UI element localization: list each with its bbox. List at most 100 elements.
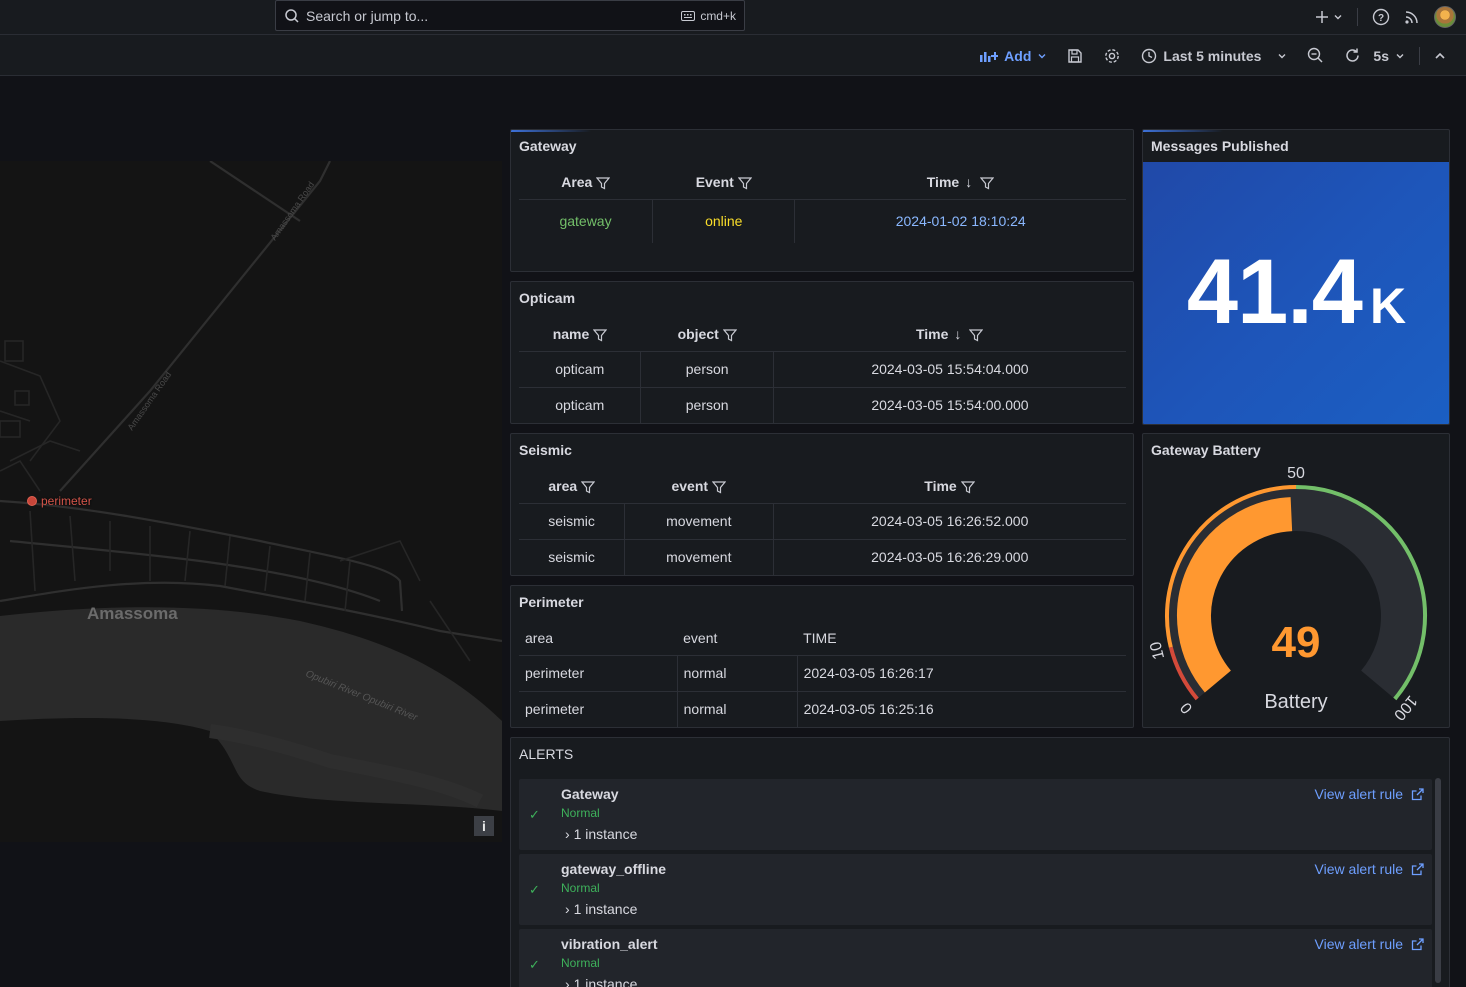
table-row: seismic movement 2024-03-05 16:26:52.000 <box>519 503 1126 540</box>
opticam-table: name object Time ↓ opticam person 2024-03… <box>519 318 1126 423</box>
table-cell: perimeter <box>519 655 678 692</box>
filter-icon[interactable] <box>980 177 995 190</box>
table-row: opticam person 2024-03-05 15:54:00.000 <box>519 387 1126 423</box>
view-alert-rule-link[interactable]: View alert rule <box>1315 786 1424 802</box>
alert-item[interactable]: ✓ gateway_offline Normal › 1 instance Vi… <box>519 854 1432 925</box>
alert-state: Normal <box>561 806 600 820</box>
search-placeholder: Search or jump to... <box>306 7 429 24</box>
time-range-picker[interactable]: Last 5 minutes <box>1131 35 1297 76</box>
save-dashboard-button[interactable] <box>1057 35 1093 76</box>
alert-item[interactable]: ✓ Gateway Normal › 1 instance View alert… <box>519 779 1432 850</box>
map-attribution-button[interactable]: i <box>474 816 494 836</box>
column-header[interactable]: area <box>519 470 625 504</box>
gauge-label: Battery <box>1264 691 1327 713</box>
table-cell: 2024-01-02 18:10:24 <box>794 199 1126 243</box>
filter-icon[interactable] <box>712 481 727 494</box>
column-header[interactable]: area <box>519 622 678 656</box>
table-cell: 2024-03-05 16:26:29.000 <box>772 539 1126 575</box>
filter-icon[interactable] <box>581 481 596 494</box>
gauge-tick-label: 10 <box>1147 640 1168 661</box>
svg-text:?: ? <box>1378 13 1384 24</box>
new-menu-button[interactable] <box>1315 10 1343 24</box>
seismic-panel: Seismic area event Time seismic movement… <box>510 433 1134 576</box>
search-input[interactable]: Search or jump to... cmd+k <box>275 0 745 31</box>
column-header[interactable]: Time <box>773 470 1126 504</box>
geomap-panel[interactable]: Amassoma Road Amassoma Road Opubiri Rive… <box>0 161 502 842</box>
column-header[interactable]: event <box>677 622 798 656</box>
column-header[interactable]: Time ↓ <box>794 166 1126 200</box>
table-cell: person <box>640 351 774 388</box>
view-alert-rule-link[interactable]: View alert rule <box>1315 861 1424 877</box>
table-cell: normal <box>676 655 798 692</box>
chevron-down-icon <box>1278 53 1286 58</box>
map-marker-label: perimeter <box>41 494 92 508</box>
help-icon[interactable]: ? <box>1372 8 1390 26</box>
table-row: gateway online 2024-01-02 18:10:24 <box>519 199 1126 243</box>
zoom-out-button[interactable] <box>1297 35 1334 76</box>
divider <box>1357 8 1358 26</box>
gauge-tick-label: 0 <box>1177 699 1196 717</box>
add-button[interactable]: Add <box>970 35 1057 76</box>
panel-title: Gateway <box>519 138 577 154</box>
column-header[interactable]: TIME <box>797 622 1126 656</box>
table-cell: 2024-03-05 16:26:17 <box>796 655 1126 692</box>
column-header[interactable]: Time ↓ <box>773 318 1126 352</box>
table-cell: movement <box>624 503 774 540</box>
top-nav: Search or jump to... cmd+k ? <box>0 0 1466 35</box>
refresh-interval-picker[interactable]: 5s <box>1371 35 1415 76</box>
filter-icon[interactable] <box>593 329 608 342</box>
view-alert-rule-link[interactable]: View alert rule <box>1315 936 1424 952</box>
table-cell: perimeter <box>519 691 678 727</box>
table-cell: movement <box>624 539 774 575</box>
alert-instances-toggle[interactable]: › 1 instance <box>565 976 637 987</box>
save-icon <box>1068 48 1083 63</box>
refresh-button[interactable] <box>1334 35 1371 76</box>
filter-icon[interactable] <box>969 329 984 342</box>
alert-instances-toggle[interactable]: › 1 instance <box>565 901 637 917</box>
chevron-down-icon <box>1038 53 1046 58</box>
filter-icon[interactable] <box>737 177 752 190</box>
table-cell: gateway <box>559 213 612 230</box>
external-link-icon <box>1411 862 1424 875</box>
check-icon: ✓ <box>529 957 540 972</box>
alerts-scrollbar[interactable] <box>1435 778 1441 983</box>
table-cell: 2024-03-05 15:54:04.000 <box>772 351 1126 388</box>
sort-desc-icon: ↓ <box>954 326 962 343</box>
keyboard-icon <box>681 10 696 21</box>
gateway-battery-panel: Gateway Battery 0 10 50 100 49 Battery <box>1142 433 1450 728</box>
column-header[interactable]: name <box>519 318 641 352</box>
dashboard-settings-button[interactable] <box>1093 35 1131 76</box>
panel-title: ALERTS <box>519 746 574 762</box>
alert-item[interactable]: ✓ vibration_alert Normal › 1 instance Vi… <box>519 929 1432 987</box>
chevron-up-icon <box>1435 52 1445 59</box>
chevron-down-icon <box>1396 53 1404 58</box>
column-header[interactable]: Event <box>652 166 795 200</box>
user-avatar[interactable] <box>1434 6 1456 28</box>
table-cell: 2024-03-05 16:26:52.000 <box>772 503 1126 540</box>
external-link-icon <box>1411 937 1424 950</box>
column-header[interactable]: object <box>640 318 774 352</box>
dashboard-toolbar: Add Last 5 minutes 5s <box>0 35 1466 76</box>
alert-name: Gateway <box>561 786 619 802</box>
table-cell: person <box>640 387 774 423</box>
check-icon: ✓ <box>529 807 540 822</box>
filter-icon[interactable] <box>722 329 737 342</box>
table-row: perimeter normal 2024-03-05 16:26:17 <box>519 655 1126 692</box>
column-header[interactable]: event <box>624 470 774 504</box>
stat-unit: K <box>1369 278 1407 334</box>
alert-name: vibration_alert <box>561 936 658 952</box>
filter-icon[interactable] <box>960 481 975 494</box>
panel-title: Perimeter <box>519 594 584 610</box>
check-icon: ✓ <box>529 882 540 897</box>
filter-icon[interactable] <box>596 177 611 190</box>
gear-icon <box>1105 48 1120 63</box>
gateway-panel: Gateway Area Event Time ↓ gateway online … <box>510 129 1134 272</box>
collapse-header-button[interactable] <box>1424 35 1456 76</box>
alert-instances-toggle[interactable]: › 1 instance <box>565 826 637 842</box>
map-marker[interactable] <box>27 496 37 506</box>
stat-number: 41.4 <box>1186 241 1363 343</box>
panel-title: Seismic <box>519 442 572 458</box>
column-header[interactable]: Area <box>519 166 653 200</box>
table-row: opticam person 2024-03-05 15:54:04.000 <box>519 351 1126 388</box>
news-feed-icon[interactable] <box>1404 9 1420 25</box>
